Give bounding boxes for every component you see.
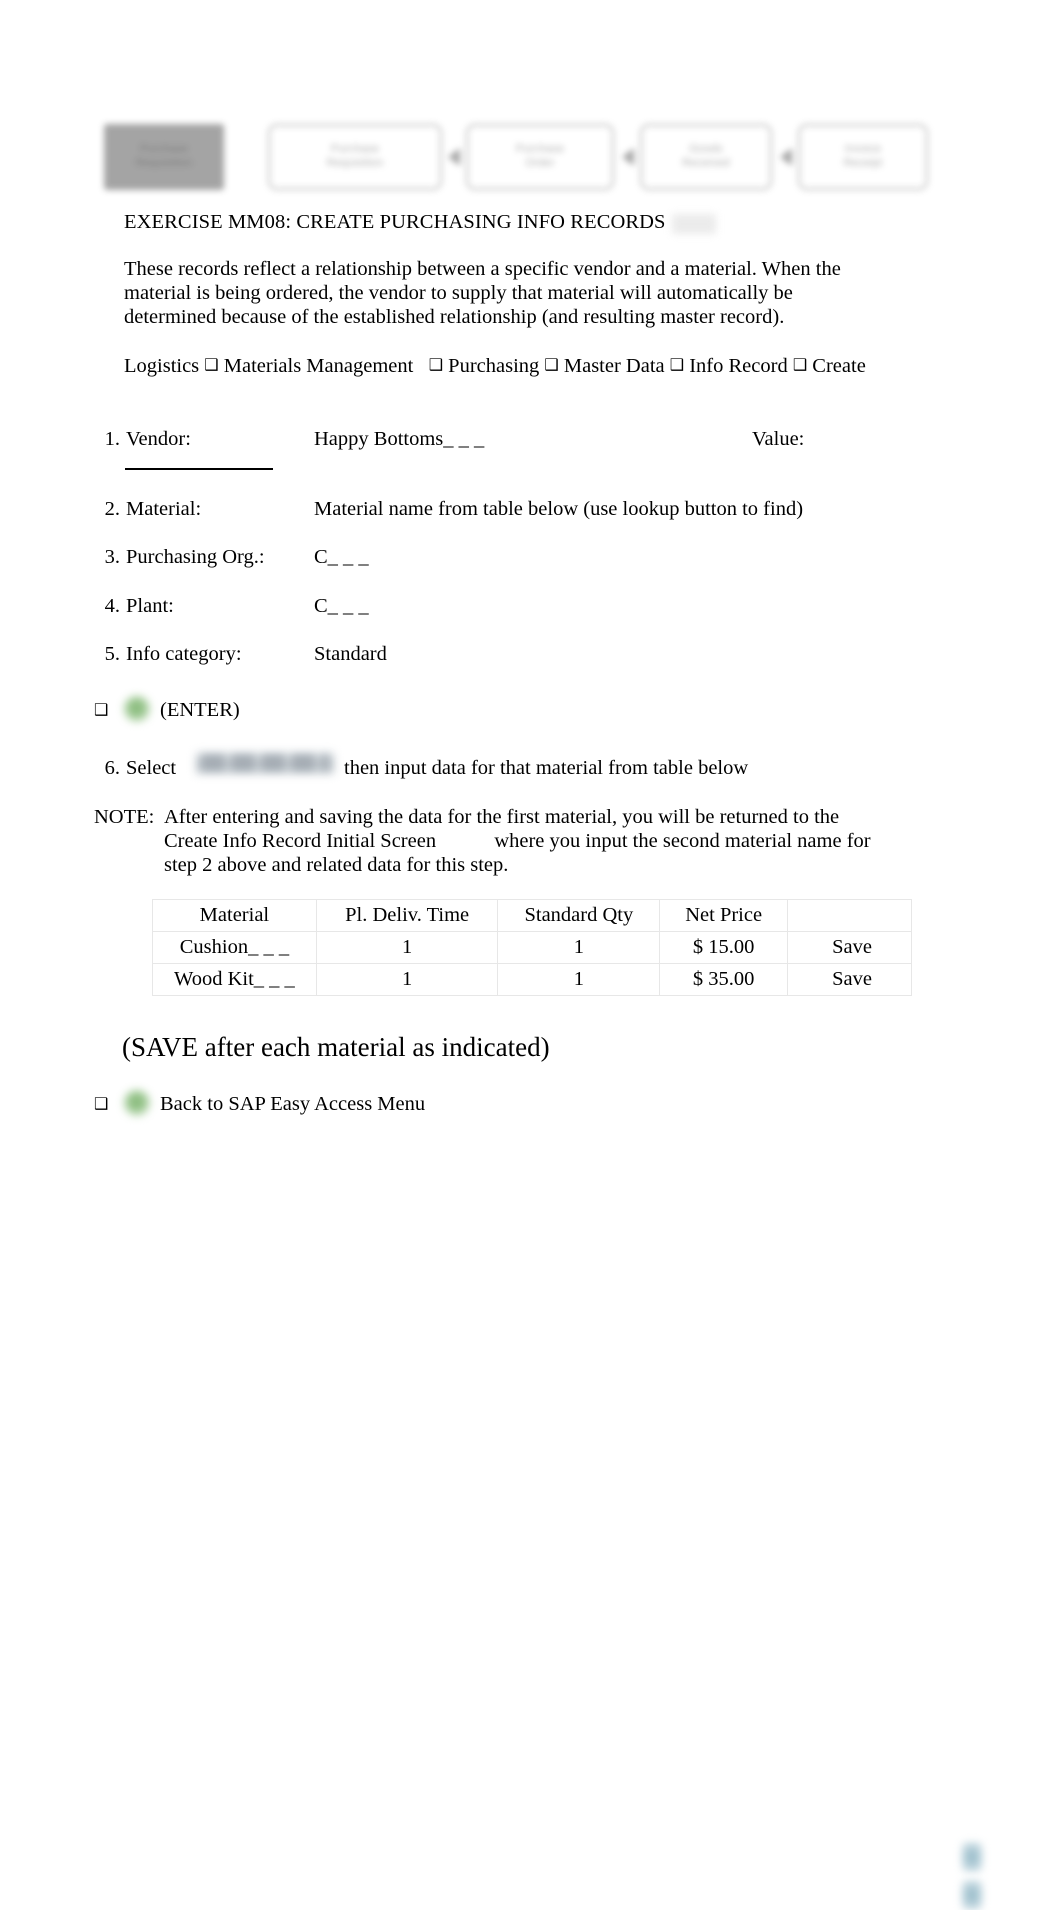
menu-navigation-path: Logistics ❑ Materials Management ❑ Purch… bbox=[124, 355, 934, 379]
step-5-number: 5. bbox=[104, 643, 120, 665]
back-label: Back to SAP Easy Access Menu bbox=[160, 1093, 426, 1115]
banner-box-4-line2: Received bbox=[682, 157, 730, 169]
banner-box-2: Purchase Requisition bbox=[268, 124, 442, 190]
nav-arrow-1-icon: ❑ bbox=[204, 355, 219, 374]
note-line-2b: where you input the second material name… bbox=[494, 829, 871, 852]
note-line-2: Create Info Record Initial Screen where … bbox=[164, 830, 894, 854]
row-1-save-cell: Save bbox=[787, 931, 983, 1872]
sap-purchasing-org-data-button-label bbox=[202, 755, 328, 770]
banner-box-5-line2: Receipt bbox=[843, 157, 883, 169]
step-3-number: 3. bbox=[104, 546, 120, 568]
step-6-suffix: then input data for that material from t… bbox=[344, 757, 749, 779]
row-2-net-price: $ 35.00 bbox=[659, 963, 789, 996]
banner-box-2-line2: Requisition bbox=[326, 157, 384, 169]
banner-arrow-2-icon bbox=[622, 148, 634, 166]
note-tag: NOTE: bbox=[94, 806, 155, 828]
step-1-number: 1. bbox=[104, 428, 120, 450]
nav-arrow-3-icon: ❑ bbox=[544, 355, 559, 374]
row-1-net-price: $ 15.00 bbox=[659, 931, 789, 964]
table-row: Cushion_ _ _ 1 1 $ 15.00 Save bbox=[152, 931, 983, 1872]
nav-item-create: Create bbox=[812, 355, 866, 377]
note-line-1: After entering and saving the data for t… bbox=[164, 806, 840, 828]
banner-box-4-line1: Goods bbox=[689, 143, 723, 156]
row-2-save-cell: Save bbox=[787, 963, 983, 1910]
nav-item-info-record: Info Record bbox=[689, 355, 788, 377]
nav-arrow-2-icon: ❑ bbox=[428, 355, 444, 374]
row-1-standard-qty: 1 bbox=[497, 931, 661, 964]
banner-box-5-line1: Invoice bbox=[844, 143, 882, 156]
step-5-label: Info category: bbox=[126, 643, 242, 665]
note-screen-name: Create Info Record Initial Screen bbox=[164, 829, 437, 852]
step-3-value: C_ _ _ bbox=[314, 546, 369, 568]
step-1-value-field-label: Value: bbox=[752, 428, 805, 450]
table-row: Wood Kit_ _ _ 1 1 $ 35.00 Save bbox=[152, 963, 983, 1910]
nav-arrow-5-icon: ❑ bbox=[792, 355, 808, 374]
step-2-label: Material: bbox=[126, 498, 202, 520]
step-2-value: Material name from table below (use look… bbox=[314, 498, 804, 520]
sap-save-icon[interactable] bbox=[960, 1879, 983, 1910]
back-bullet-icon: ❑ bbox=[94, 1094, 109, 1113]
step-6-prefix: Select bbox=[126, 757, 177, 779]
note-block: NOTE: After entering and saving the data… bbox=[94, 806, 894, 878]
step-2-number: 2. bbox=[104, 498, 120, 520]
process-flow-banner: Purchase Requisition Purchase Requisitio… bbox=[104, 118, 928, 200]
table-header-deliv-time: Pl. Deliv. Time bbox=[315, 899, 499, 932]
banner-box-1-line1: Purchase bbox=[139, 143, 189, 156]
sap-enter-icon[interactable] bbox=[124, 696, 150, 722]
table-header-net-price: Net Price bbox=[659, 899, 789, 932]
step-4-number: 4. bbox=[104, 595, 120, 617]
row-1-save-label: Save bbox=[832, 936, 872, 958]
banner-arrow-1-icon bbox=[448, 148, 460, 166]
step-4-value: C_ _ _ bbox=[314, 595, 369, 617]
nav-item-materials-management: Materials Management bbox=[223, 355, 414, 377]
sap-back-icon[interactable] bbox=[124, 1090, 150, 1116]
step-1-value: Happy Bottoms_ _ _ bbox=[314, 428, 485, 450]
banner-box-1: Purchase Requisition bbox=[104, 124, 224, 190]
banner-box-5: Invoice Receipt bbox=[798, 124, 928, 190]
enter-bullet-icon: ❑ bbox=[94, 700, 109, 719]
banner-arrow-3-icon bbox=[780, 148, 792, 166]
row-2-deliv-time: 1 bbox=[315, 963, 499, 996]
document-page: Purchase Requisition Purchase Requisitio… bbox=[0, 0, 1062, 1910]
row-2-material: Wood Kit_ _ _ bbox=[152, 963, 317, 996]
nav-item-logistics: Logistics bbox=[124, 355, 200, 377]
intro-paragraph: These records reflect a relationship bet… bbox=[124, 258, 841, 328]
row-1-deliv-time: 1 bbox=[315, 931, 499, 964]
banner-box-1-line2: Requisition bbox=[135, 157, 193, 169]
table-header-save bbox=[787, 899, 912, 932]
table-header-row: Material Pl. Deliv. Time Standard Qty Ne… bbox=[152, 899, 912, 932]
step-6-number: 6. bbox=[104, 757, 120, 779]
sap-save-icon[interactable] bbox=[960, 1841, 983, 1872]
banner-box-4: Goods Received bbox=[640, 124, 772, 190]
save-reminder-text: (SAVE after each material as indicated) bbox=[122, 1032, 550, 1062]
nav-arrow-4-icon: ❑ bbox=[669, 355, 685, 374]
note-line-3: step 2 above and related data for this s… bbox=[164, 853, 509, 876]
table-header-material: Material bbox=[152, 899, 317, 932]
page-title: EXERCISE MM08: CREATE PURCHASING INFO RE… bbox=[124, 211, 666, 233]
banner-box-3-line1: Purchase bbox=[515, 143, 565, 156]
row-2-save-label: Save bbox=[832, 968, 872, 990]
nav-item-purchasing: Purchasing bbox=[448, 355, 540, 377]
banner-box-3-line2: Order bbox=[525, 157, 555, 169]
material-data-table: Material Pl. Deliv. Time Standard Qty Ne… bbox=[152, 899, 983, 1910]
nav-item-master-data: Master Data bbox=[563, 355, 665, 377]
banner-box-2-line1: Purchase bbox=[330, 143, 380, 156]
row-2-standard-qty: 1 bbox=[497, 963, 661, 996]
title-smudge bbox=[672, 214, 716, 234]
banner-box-3: Purchase Order bbox=[466, 124, 614, 190]
enter-label: (ENTER) bbox=[160, 699, 240, 721]
table-header-standard-qty: Standard Qty bbox=[497, 899, 661, 932]
step-5-value: Standard bbox=[314, 643, 387, 665]
step-1-label: Vendor: bbox=[126, 428, 191, 450]
step-1-blank-underline bbox=[125, 468, 273, 470]
row-1-material: Cushion_ _ _ bbox=[152, 931, 317, 964]
step-4-label: Plant: bbox=[126, 595, 174, 617]
step-3-label: Purchasing Org.: bbox=[126, 546, 265, 568]
